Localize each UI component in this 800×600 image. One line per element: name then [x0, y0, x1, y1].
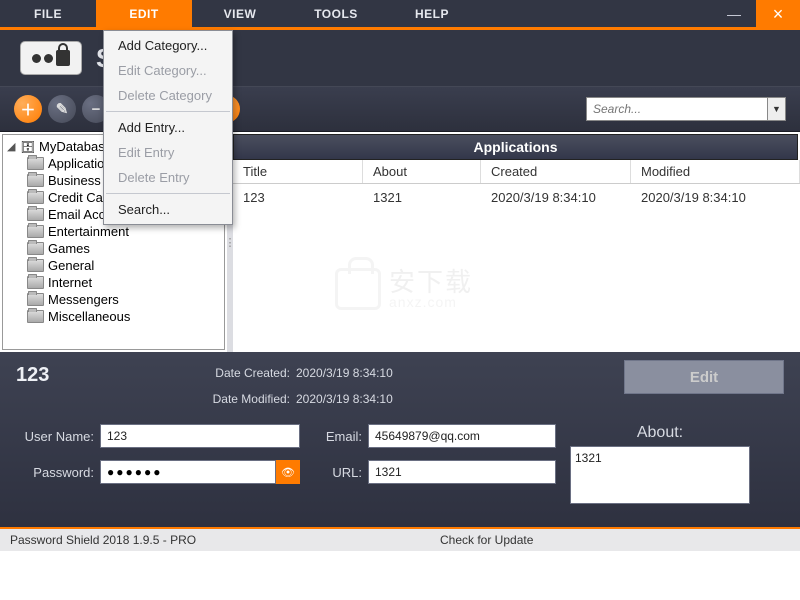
folder-icon: [27, 208, 44, 221]
detail-title: 123: [16, 360, 166, 387]
folder-icon: [27, 259, 44, 272]
tree-item-label: Business: [48, 173, 101, 188]
about-label: About:: [637, 424, 683, 442]
category-header: Applications: [233, 134, 798, 160]
tree-item[interactable]: Entertainment: [3, 223, 224, 240]
menu-tools[interactable]: TOOLS: [288, 0, 384, 27]
folder-icon: [27, 293, 44, 306]
menu-add-entry[interactable]: Add Entry...: [104, 115, 232, 140]
col-about[interactable]: About: [363, 160, 481, 183]
edit-entry-button[interactable]: Edit: [624, 360, 784, 394]
date-modified-value: 2020/3/19 8:34:10: [296, 386, 393, 412]
menu-help[interactable]: HELP: [384, 0, 480, 27]
tree-item-label: General: [48, 258, 94, 273]
cell-created: 2020/3/19 8:34:10: [481, 186, 631, 209]
username-label: User Name:: [16, 429, 94, 444]
about-textarea[interactable]: [570, 446, 750, 504]
date-created-value: 2020/3/19 8:34:10: [296, 360, 393, 386]
tree-item[interactable]: Messengers: [3, 291, 224, 308]
tree-item-label: Internet: [48, 275, 92, 290]
tree-item-label: Miscellaneous: [48, 309, 130, 324]
cell-about: 1321: [363, 186, 481, 209]
add-button[interactable]: ＋: [14, 95, 42, 123]
menu-search[interactable]: Search...: [104, 197, 232, 222]
folder-icon: [27, 310, 44, 323]
col-created[interactable]: Created: [481, 160, 631, 183]
menu-delete-entry[interactable]: Delete Entry: [104, 165, 232, 190]
menu-edit-category[interactable]: Edit Category...: [104, 58, 232, 83]
edit-pencil-button[interactable]: ✎: [48, 95, 76, 123]
tree-root-label: MyDatabas: [39, 139, 105, 154]
folder-icon: [27, 276, 44, 289]
window-minimize-button[interactable]: —: [712, 0, 756, 27]
tree-item[interactable]: Miscellaneous: [3, 308, 224, 325]
status-update-link[interactable]: Check for Update: [440, 533, 800, 547]
url-field[interactable]: [368, 460, 556, 484]
url-label: URL:: [314, 465, 362, 480]
menu-edit-entry[interactable]: Edit Entry: [104, 140, 232, 165]
table-header: Title About Created Modified: [233, 160, 800, 184]
tree-item-label: Games: [48, 241, 90, 256]
detail-dates: Date Created:2020/3/19 8:34:10 Date Modi…: [186, 360, 604, 412]
folder-icon: [27, 174, 44, 187]
detail-panel: 123 Date Created:2020/3/19 8:34:10 Date …: [0, 352, 800, 527]
search-input[interactable]: [587, 102, 767, 116]
window-close-button[interactable]: ×: [756, 0, 800, 27]
content-pane: Applications Title About Created Modifie…: [233, 132, 800, 352]
menu-file[interactable]: FILE: [0, 0, 96, 27]
menu-view[interactable]: VIEW: [192, 0, 288, 27]
tree-item[interactable]: Games: [3, 240, 224, 257]
expand-toggle-icon[interactable]: ◢: [7, 140, 17, 153]
username-field[interactable]: [100, 424, 300, 448]
email-label: Email:: [314, 429, 362, 444]
app-logo-icon: [20, 41, 82, 75]
tree-item[interactable]: General: [3, 257, 224, 274]
folder-icon: [27, 225, 44, 238]
password-label: Password:: [16, 465, 94, 480]
search-dropdown-button[interactable]: ▼: [767, 98, 785, 120]
menubar: FILE EDIT VIEW TOOLS HELP — ×: [0, 0, 800, 30]
eye-icon: 👁: [281, 466, 295, 479]
database-icon: 🗄: [21, 140, 35, 154]
menu-separator: [106, 111, 230, 112]
edit-menu-dropdown: Add Category... Edit Category... Delete …: [103, 30, 233, 225]
date-created-label: Date Created:: [186, 360, 296, 386]
password-field[interactable]: [100, 460, 276, 484]
menu-separator: [106, 193, 230, 194]
tree-item[interactable]: Internet: [3, 274, 224, 291]
table-row[interactable]: 123 1321 2020/3/19 8:34:10 2020/3/19 8:3…: [233, 184, 800, 210]
folder-icon: [27, 242, 44, 255]
tree-item-label: Entertainment: [48, 224, 129, 239]
date-modified-label: Date Modified:: [186, 386, 296, 412]
status-version: Password Shield 2018 1.9.5 - PRO: [0, 533, 440, 547]
menu-delete-category[interactable]: Delete Category: [104, 83, 232, 108]
entries-table: Title About Created Modified 123 1321 20…: [233, 160, 800, 352]
menu-edit[interactable]: EDIT: [96, 0, 192, 27]
folder-icon: [27, 191, 44, 204]
folder-icon: [27, 157, 44, 170]
menu-spacer: [480, 0, 712, 27]
password-reveal-button[interactable]: 👁: [276, 460, 300, 484]
tree-item-label: Messengers: [48, 292, 119, 307]
menu-add-category[interactable]: Add Category...: [104, 33, 232, 58]
col-modified[interactable]: Modified: [631, 160, 800, 183]
cell-title: 123: [233, 186, 363, 209]
col-title[interactable]: Title: [233, 160, 363, 183]
search-box: ▼: [586, 97, 786, 121]
statusbar: Password Shield 2018 1.9.5 - PRO Check f…: [0, 527, 800, 551]
cell-modified: 2020/3/19 8:34:10: [631, 186, 800, 209]
email-field[interactable]: [368, 424, 556, 448]
